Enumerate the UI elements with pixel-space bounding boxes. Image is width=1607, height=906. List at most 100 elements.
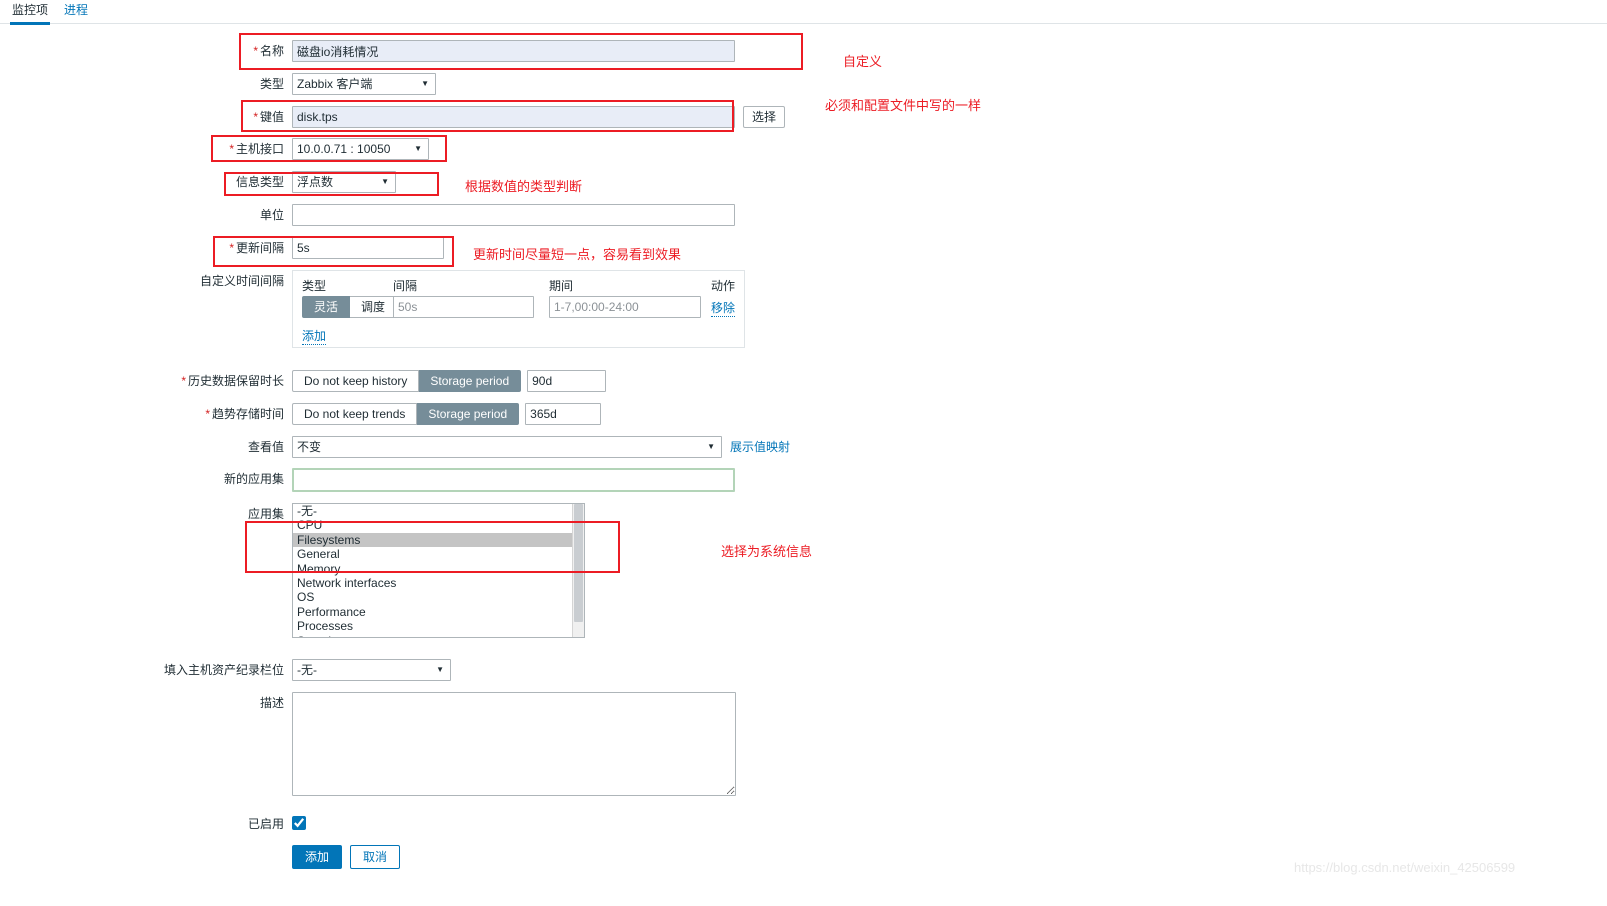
field-row-history: * 历史数据保留时长 Do not keep history Storage pe… [140,370,607,392]
label-update-interval: * 更新间隔 [229,241,284,255]
label-type: 类型 [259,77,284,91]
info-type-select-wrapper: 浮点数 ▼ [292,171,396,193]
field-row-value-map: 查看值 不变 ▼ 展示值映射 [182,436,790,458]
annotation-text-short-update: 更新时间尽量短一点，容易看到效果 [473,247,682,262]
tab-label: 进程 [64,3,89,17]
application-option[interactable]: Network interfaces [293,576,584,590]
host-interface-select[interactable]: 10.0.0.71 : 10050 [292,138,429,160]
label-trends: * 趋势存储时间 [205,407,284,421]
applications-listbox-scrollbar[interactable] [572,504,584,637]
history-period-input[interactable] [527,370,607,392]
label-name: * 名称 [253,44,284,58]
label-applications: 应用集 [247,507,284,521]
trends-do-not-keep[interactable]: Do not keep trends [292,403,418,425]
label-info-type: 信息类型 [235,175,284,189]
field-row-units: 单位 [182,204,735,226]
application-option[interactable]: Performance [293,605,584,619]
field-row-info-type: 信息类型 浮点数 ▼ [182,171,396,193]
label-enabled: 已启用 [247,817,284,831]
label-host-interface: * 主机接口 [229,142,284,156]
key-input[interactable] [292,106,735,128]
inventory-select-wrapper: -无- ▼ [292,659,451,681]
application-option[interactable]: Memory [293,562,584,576]
custom-interval-type-toggle: 灵活 调度 [302,296,398,318]
submit-button[interactable]: 添加 [292,845,343,869]
custom-interval-interval-input[interactable] [393,296,534,318]
label-history: * 历史数据保留时长 [181,374,284,388]
applications-listbox[interactable]: -无- CPU Filesystems General Memory Netwo… [292,503,585,638]
enabled-checkbox[interactable] [292,816,306,830]
field-row-host-interface: * 主机接口 10.0.0.71 : 10050 ▼ [182,138,429,160]
annotation-text-system-info: 选择为系统信息 [721,544,813,559]
info-type-select[interactable]: 浮点数 [292,171,396,193]
custom-interval-type-flexible[interactable]: 灵活 [302,296,351,318]
value-map-select[interactable]: 不变 [292,436,722,458]
form-actions: 添加 取消 [182,845,401,869]
required-marker: * [205,407,210,421]
application-option-selected[interactable]: Filesystems [293,532,584,548]
application-option[interactable]: General [293,547,584,561]
trends-storage-period[interactable]: Storage period [417,403,520,425]
field-row-type: 类型 Zabbix 客户端 ▼ [182,73,436,95]
units-input[interactable] [292,204,735,226]
update-interval-input[interactable] [292,237,444,259]
new-application-input[interactable] [292,468,735,492]
type-select-wrapper: Zabbix 客户端 ▼ [292,73,436,95]
label-new-application: 新的应用集 [223,472,284,486]
custom-interval-remove-link[interactable]: 移除 [711,299,736,317]
tab-processes[interactable]: 进程 [62,2,90,22]
name-input[interactable] [292,40,735,62]
required-marker: * [229,241,234,255]
trends-mode-toggle: Do not keep trends Storage period [292,403,520,425]
history-storage-period[interactable]: Storage period [419,370,522,392]
tab-bar: 监控项 进程 [0,0,1607,25]
label-units: 单位 [259,208,284,222]
custom-interval-period-input[interactable] [549,296,701,318]
watermark: https://blog.csdn.net/weixin_42506599 [1294,860,1516,875]
field-row-trends: * 趋势存储时间 Do not keep trends Storage perio… [140,403,602,425]
scrollbar-thumb[interactable] [574,504,583,622]
custom-intervals-col-period: 期间 [549,279,574,293]
application-option[interactable]: Processes [293,619,584,633]
tab-monitoring-items[interactable]: 监控项 [10,2,51,25]
history-do-not-keep[interactable]: Do not keep history [292,370,420,392]
history-mode-toggle: Do not keep history Storage period [292,370,522,392]
application-option[interactable]: -无- [293,504,584,518]
custom-intervals-col-type: 类型 [302,279,327,293]
annotation-text-value-type: 根据数值的类型判断 [465,179,583,194]
field-row-key: *键值 选择 [182,106,785,128]
trends-period-input[interactable] [525,403,602,425]
label-value-map: 查看值 [247,440,284,454]
field-row-enabled: 已启用 [182,813,306,835]
annotation-text-match-config: 必须和配置文件中写的一样 [825,98,982,113]
annotation-text-custom: 自定义 [843,54,883,69]
label-custom-intervals: 自定义时间间隔 [199,274,284,288]
field-row-inventory: 填入主机资产纪录栏位 -无- ▼ [113,659,451,681]
inventory-select[interactable]: -无- [292,659,451,681]
label-key: * 键值 [253,110,284,124]
required-marker: * [229,142,234,156]
show-value-mappings-link[interactable]: 展示值映射 [730,436,790,458]
cancel-button[interactable]: 取消 [350,845,401,869]
label-description: 描述 [259,696,284,710]
field-row-description: 描述 [182,692,736,796]
application-option[interactable]: OS [293,590,584,604]
key-select-button[interactable]: 选择 [743,106,785,128]
application-option[interactable]: CPU [293,518,584,532]
description-textarea[interactable] [292,692,736,796]
custom-intervals-col-action: 动作 [711,279,736,293]
host-interface-select-wrapper: 10.0.0.71 : 10050 ▼ [292,138,429,160]
custom-interval-add-link[interactable]: 添加 [302,327,327,345]
required-marker: * [253,44,258,58]
custom-intervals-col-interval: 间隔 [393,279,418,293]
type-select[interactable]: Zabbix 客户端 [292,73,436,95]
custom-interval-type-scheduling[interactable]: 调度 [350,296,398,318]
custom-intervals-panel: 类型 间隔 期间 动作 灵活 调度 移除 添加 [292,270,745,348]
field-row-update-interval: * 更新间隔 [182,237,444,259]
field-row-new-application: 新的应用集 [182,468,735,492]
required-marker: * [253,110,258,124]
application-option[interactable]: Security [293,634,584,637]
tab-label: 监控项 [12,3,49,17]
value-map-select-wrapper: 不变 ▼ [292,436,722,458]
field-row-custom-intervals: 自定义时间间隔 类型 间隔 期间 动作 灵活 调度 移除 添加 [182,270,745,348]
